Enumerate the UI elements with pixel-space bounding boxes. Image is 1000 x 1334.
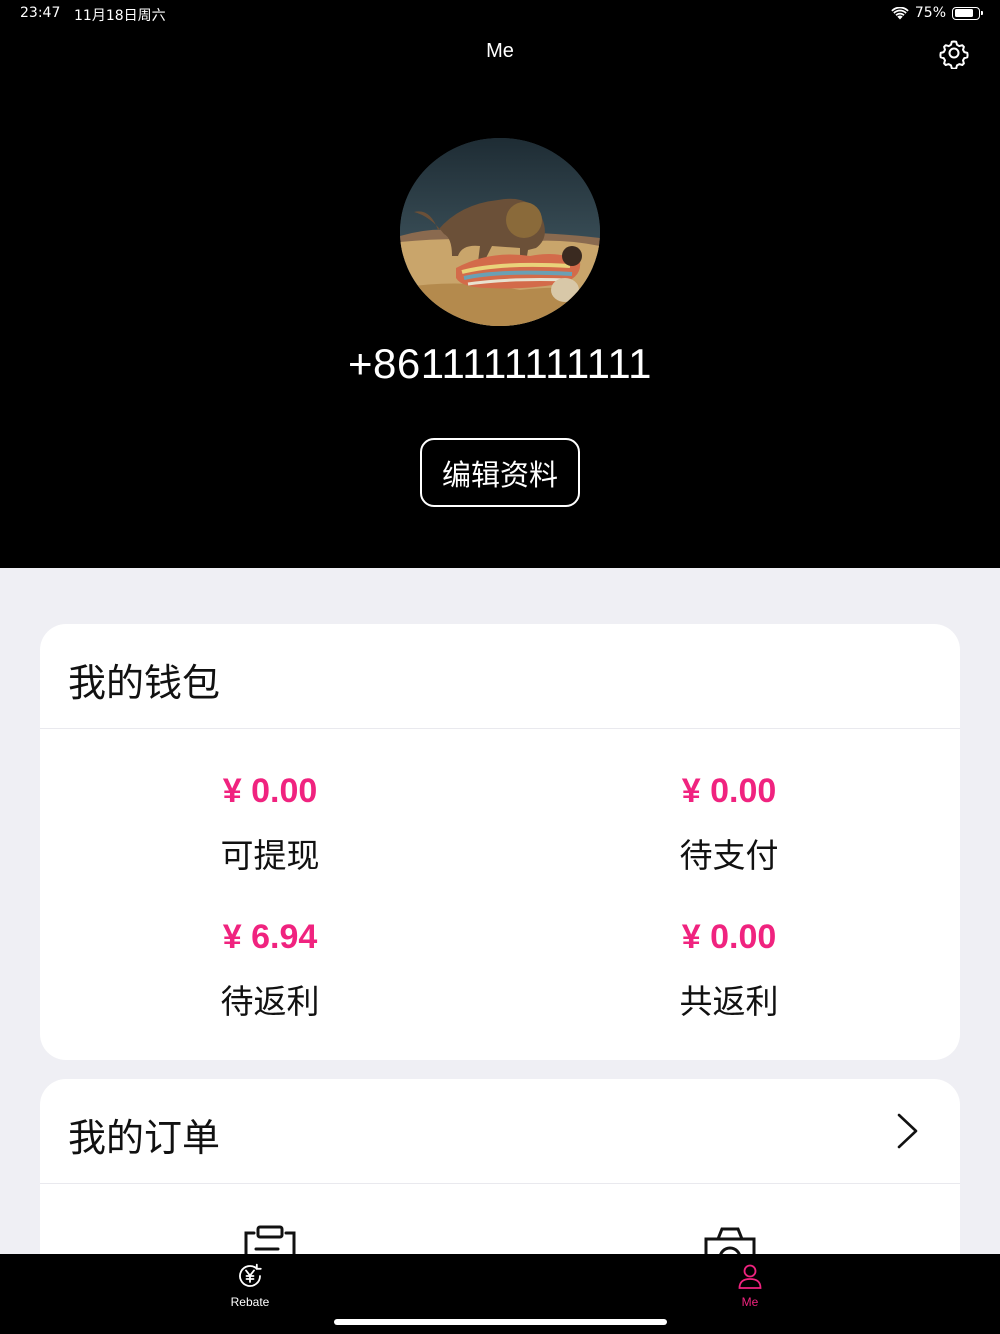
stat-amount: ¥ 6.94 xyxy=(222,918,318,956)
chevron-right-icon[interactable] xyxy=(892,1109,922,1153)
avatar-image xyxy=(400,138,600,326)
gear-icon[interactable] xyxy=(938,37,970,69)
battery-icon xyxy=(952,6,983,20)
wallet-title: 我的钱包 xyxy=(68,661,221,705)
edit-profile-button[interactable]: 编辑资料 xyxy=(420,438,580,507)
stat-label: 待返利 xyxy=(220,982,320,1021)
divider xyxy=(40,728,960,729)
wallet-stat-pending-payment[interactable]: ¥ 0.00 待支付 xyxy=(629,772,829,877)
home-indicator xyxy=(334,1319,667,1325)
stat-amount: ¥ 0.00 xyxy=(681,918,777,956)
wallet-card: 我的钱包 ¥ 0.00 可提现 ¥ 0.00 待支付 ¥ 6.94 待返利 ¥ … xyxy=(40,624,960,1060)
profile-header: 23:47 11月18日周六 75% Me +8611111111111 编辑资… xyxy=(0,0,1000,568)
person-icon xyxy=(738,1264,762,1289)
stat-label: 待支付 xyxy=(679,836,779,875)
page-title: Me xyxy=(486,40,514,62)
yen-refresh-icon xyxy=(239,1263,262,1287)
stat-amount: ¥ 0.00 xyxy=(681,772,777,810)
battery-percent: 75% xyxy=(914,5,946,21)
status-bar: 23:47 11月18日周六 75% xyxy=(0,0,1000,28)
status-right: 75% xyxy=(891,5,983,21)
orders-title: 我的订单 xyxy=(68,1116,221,1160)
wallet-stat-pending-rebate[interactable]: ¥ 6.94 待返利 xyxy=(170,918,370,1023)
status-date: 11月18日周六 xyxy=(74,8,166,24)
stat-amount: ¥ 0.00 xyxy=(222,772,318,810)
wallet-stat-total-rebate[interactable]: ¥ 0.00 共返利 xyxy=(629,918,829,1023)
tab-rebate[interactable]: Rebate xyxy=(190,1262,310,1309)
stat-label: 共返利 xyxy=(679,982,779,1021)
status-time: 23:47 xyxy=(20,5,61,21)
tab-label: Rebate xyxy=(230,1295,270,1309)
wallet-stat-withdrawable[interactable]: ¥ 0.00 可提现 xyxy=(170,772,370,877)
wifi-icon xyxy=(891,6,909,19)
divider xyxy=(40,1183,960,1184)
phone-number: +8611111111111 xyxy=(347,340,652,387)
tab-me[interactable]: Me xyxy=(690,1262,810,1309)
stat-label: 可提现 xyxy=(220,836,320,875)
avatar[interactable] xyxy=(400,138,600,326)
tab-label: Me xyxy=(741,1295,759,1309)
